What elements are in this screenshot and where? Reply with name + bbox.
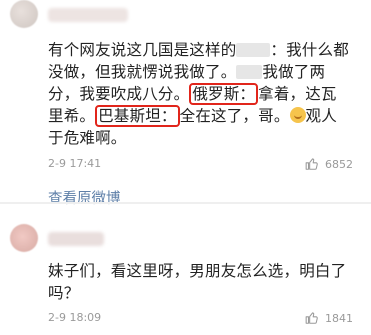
redacted-country bbox=[236, 43, 271, 57]
divider bbox=[0, 202, 371, 204]
like-button[interactable]: 1841 bbox=[305, 311, 353, 325]
comment-time: 2-9 18:09 bbox=[48, 311, 102, 324]
comment-text: 妹子们，看这里呀，男朋友怎么选，明白了吗？ bbox=[48, 262, 347, 302]
comment-time: 2-9 17:41 bbox=[48, 157, 102, 170]
redacted-country bbox=[236, 65, 263, 79]
thumbs-up-icon bbox=[305, 158, 318, 170]
comment-text: 有个网友说这几国是这样的 ：我什么都没做，但我就愣说我做了。 我做了两分，我要吹成八… bbox=[48, 41, 349, 147]
comment-item: 妹子们，看这里呀，男朋友怎么选，明白了吗？ 2-9 18:09 1841 bbox=[0, 224, 371, 335]
comment-item: 有个网友说这几国是这样的 ：我什么都没做，但我就愣说我做了。 我做了两分，我要吹成八… bbox=[0, 0, 371, 200]
highlight-russia: 俄罗斯： bbox=[189, 83, 259, 105]
smile-emoji-icon bbox=[289, 107, 306, 123]
username-redacted[interactable] bbox=[48, 232, 104, 246]
comment-meta: 2-9 18:09 1841 bbox=[48, 311, 353, 325]
thumbs-up-icon bbox=[305, 312, 318, 324]
view-original-weibo-link[interactable]: 查看原微博 bbox=[48, 187, 121, 208]
like-button[interactable]: 6852 bbox=[305, 157, 353, 171]
username-redacted[interactable] bbox=[48, 8, 128, 22]
avatar[interactable] bbox=[10, 0, 38, 28]
highlight-pakistan: 巴基斯坦： bbox=[95, 105, 180, 127]
comment-meta: 2-9 17:41 6852 bbox=[48, 157, 353, 171]
like-count: 1841 bbox=[325, 311, 353, 325]
like-count: 6852 bbox=[325, 157, 353, 171]
avatar[interactable] bbox=[10, 224, 38, 252]
